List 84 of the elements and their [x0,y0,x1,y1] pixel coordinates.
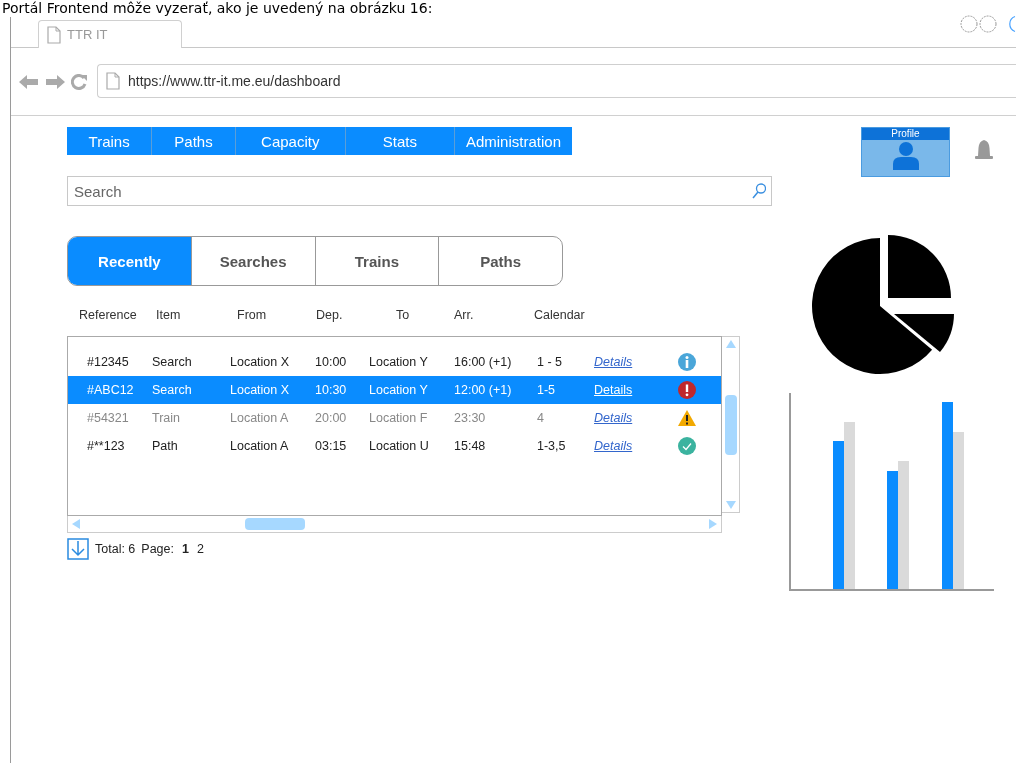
scrollbar-thumb[interactable] [724,394,737,455]
tab[interactable]: Trains [314,237,439,285]
table-cell-text: Train [152,411,181,425]
details-link[interactable]: Details [594,383,678,397]
vertical-scrollbar[interactable] [722,336,740,513]
table-cell-text: Path [152,439,179,453]
table-cell-text: 10:30 [315,383,348,397]
person-icon [890,140,921,170]
search-icon[interactable] [752,183,766,199]
details-link[interactable]: Details [594,411,678,425]
left-arrow-icon[interactable] [71,518,81,530]
profile-label: Profile [862,128,949,140]
up-arrow-icon[interactable] [724,339,737,349]
table-cell-text: 1-5 [537,383,557,397]
column-header: Calendar [534,308,586,322]
table-cell-text: Location X [230,383,291,397]
column-header: To [396,308,411,322]
bell-icon[interactable] [974,139,994,161]
table-row[interactable]: #ABC12 Search Location X 10:30 Location Y 12:00 (+1) 1-5 Details [68,376,721,404]
table-cell-text: #12345 [87,355,130,369]
table-cell-text: 20:00 [315,411,348,425]
table-cell-text: Location Y [369,383,429,397]
column-header: From [237,308,268,322]
table-cell-text: #ABC12 [87,383,135,397]
column-header: Item [156,308,182,322]
warning-icon [678,409,696,427]
table-cell-text: Location U [369,439,430,453]
forward-arrow-icon[interactable] [45,73,65,90]
page-icon [106,71,120,90]
column-header: Arr. [454,308,475,322]
back-arrow-icon[interactable] [19,73,39,90]
page-link[interactable]: 2 [196,542,204,556]
table-cell-text: Search [152,355,193,369]
total-count: Total: 6 [95,542,136,556]
horizontal-scrollbar[interactable] [67,516,722,533]
table-cell-text: 1 - 5 [537,355,563,369]
menu-item[interactable]: Trains [67,127,152,155]
menu-item[interactable]: Stats [344,127,454,155]
column-header: Dep. [316,308,344,322]
table-row[interactable]: #12345 Search Location X 10:00 Location Y 16:00 (+1) 1 - 5 Details [68,348,721,376]
tab[interactable]: Paths [438,237,562,285]
check-icon [678,437,696,455]
menu-item[interactable]: Paths [151,127,235,155]
table-row[interactable]: #**123 Path Location A 03:15 Location U 15:48 1-3,5 Details [68,432,721,460]
table-cell-text: 03:15 [315,439,348,453]
table-row[interactable]: #54321 Train Location A 20:00 Location F 23:30 4 Details [68,404,721,432]
details-link[interactable]: Details [594,439,678,453]
table-cell-text: Location Y [369,355,429,369]
column-header: Reference [79,308,138,322]
error-icon [678,381,696,399]
scrollbar-thumb[interactable] [244,518,305,530]
tab[interactable]: Searches [190,237,315,285]
table-cell-text: 10:00 [315,355,348,369]
table-cell-text: 23:30 [454,411,487,425]
table-cell-text: Location F [369,411,429,425]
table-cell-text: 16:00 (+1) [454,355,513,369]
right-arrow-icon[interactable] [708,518,718,530]
details-link[interactable]: Details [594,355,678,369]
browser-tab[interactable]: TTR IT [38,20,182,48]
caption-text: Portál Frontend môže vyzerať, ako je uvedený na obrázku 16: [1,0,434,17]
search-field[interactable]: Search [67,176,772,206]
table-cell-text: 1-3,5 [537,439,567,453]
page-label: Page: [141,542,174,556]
page-link[interactable]: 1 [182,542,189,556]
table-cell-text: Location A [230,411,290,425]
profile-card[interactable]: Profile [861,127,950,177]
menu-item[interactable]: Capacity [234,127,345,155]
table-cell-text: Location X [230,355,291,369]
table-cell-text: Search [152,383,193,397]
table-cell-text: #54321 [87,411,130,425]
table-cell-text: #**123 [87,439,126,453]
table-cell-text: Location A [230,439,290,453]
table-cell-text: 12:00 (+1) [454,383,513,397]
window-controls-icon[interactable] [960,13,1016,35]
table-cell-text: 4 [537,411,545,425]
menu-item[interactable]: Administration [453,127,572,155]
down-arrow-icon[interactable] [724,500,737,510]
info-icon [678,353,696,371]
table-cell-text: 15:48 [454,439,487,453]
tab[interactable]: Recently [68,237,191,285]
refresh-icon[interactable] [71,73,87,90]
download-icon[interactable] [67,538,89,560]
address-bar[interactable]: https://www.ttr-it.me.eu/dashboard [97,63,1016,98]
page-icon [47,25,61,44]
